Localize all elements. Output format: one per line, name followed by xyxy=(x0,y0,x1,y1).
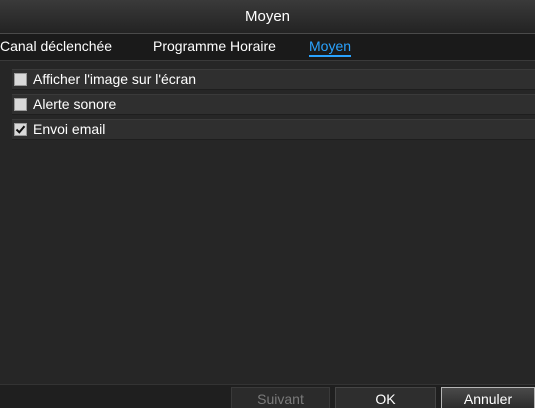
next-button[interactable]: Suivant xyxy=(231,387,330,408)
cancel-button[interactable]: Annuler xyxy=(441,387,535,408)
checkbox-alerte-sonore[interactable] xyxy=(14,98,27,111)
tab-label: Canal déclenchée xyxy=(0,38,113,54)
tab-label: Moyen xyxy=(309,38,352,54)
option-label: Afficher l'image sur l'écran xyxy=(33,71,197,87)
option-row-envoi-email[interactable]: Envoi email xyxy=(12,119,535,140)
tab-label: Programme Horaire xyxy=(153,38,276,54)
checkmark-icon xyxy=(15,125,26,134)
ok-button[interactable]: OK xyxy=(335,387,436,408)
tab-moyen[interactable]: Moyen xyxy=(309,38,352,57)
active-tab-indicator xyxy=(309,55,352,57)
tab-programme-horaire[interactable]: Programme Horaire xyxy=(153,38,276,54)
button-bar: Suivant OK Annuler xyxy=(0,384,535,408)
option-label: Envoi email xyxy=(33,121,106,137)
option-label: Alerte sonore xyxy=(33,96,117,112)
checkbox-afficher-image[interactable] xyxy=(14,73,27,86)
option-row-afficher-image[interactable]: Afficher l'image sur l'écran xyxy=(12,69,535,90)
option-row-alerte-sonore[interactable]: Alerte sonore xyxy=(12,94,535,115)
options-panel: Afficher l'image sur l'écran Alerte sono… xyxy=(0,61,535,384)
dialog-title: Moyen xyxy=(0,0,535,34)
tab-canal-declenchee[interactable]: Canal déclenchée xyxy=(0,38,112,54)
checkbox-envoi-email[interactable] xyxy=(14,123,27,136)
tab-bar: Canal déclenchée Programme Horaire Moyen xyxy=(0,34,535,61)
moyen-dialog: Moyen Canal déclenchée Programme Horaire… xyxy=(0,0,535,408)
